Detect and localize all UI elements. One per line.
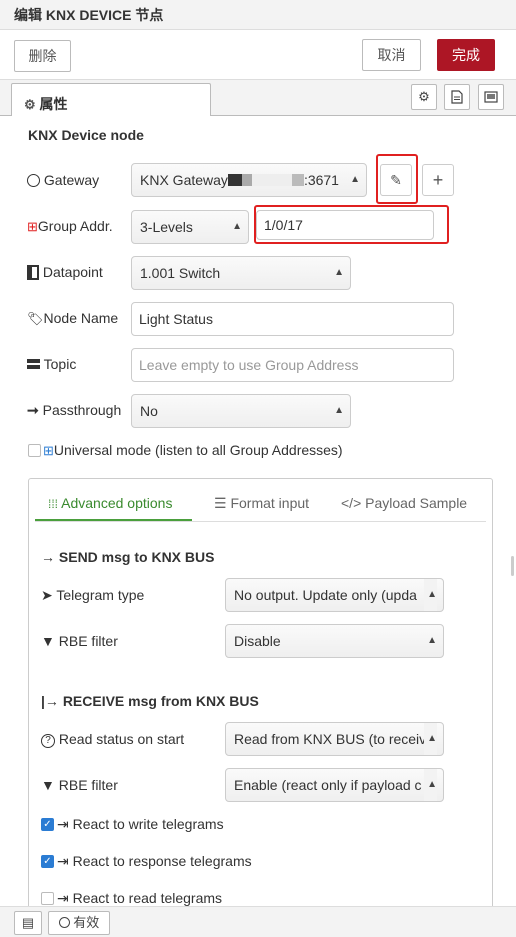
telegram-type-label: ➤ Telegram type bbox=[41, 587, 145, 603]
sign-in-icon: |→ bbox=[41, 693, 59, 709]
add-gateway-plus-icon[interactable]: + bbox=[422, 164, 454, 196]
edit-gateway-pencil-icon[interactable]: ✎ bbox=[380, 164, 412, 196]
telegram-type-select[interactable]: No output. Update only (upda ▲▼ bbox=[225, 578, 444, 612]
editor-tabbar: ⚙ 属性 ⚙ bbox=[0, 80, 516, 117]
enabled-toggle[interactable]: 有效 bbox=[48, 911, 110, 935]
node-name-input[interactable]: Light Status bbox=[131, 302, 454, 336]
datapoint-icon bbox=[27, 265, 39, 280]
editor-title: 编辑 KNX DEVICE 节点 bbox=[14, 7, 164, 23]
appearance-tab-image-icon[interactable] bbox=[478, 84, 504, 110]
done-button[interactable]: 完成 bbox=[437, 39, 495, 71]
delete-button[interactable]: 删除 bbox=[14, 40, 71, 72]
properties-panel: KNX Device node Gateway KNX Gateway:3671… bbox=[0, 116, 516, 906]
tab-advanced-options[interactable]: ⁞⁞⁞ Advanced options bbox=[48, 495, 172, 511]
group-address-icon: ⊞ bbox=[43, 443, 54, 458]
server-icon bbox=[27, 359, 40, 369]
group-addr-label: ⊞Group Addr. bbox=[27, 218, 113, 234]
select-arrows-icon: ▲▼ bbox=[334, 267, 344, 278]
tab-payload-sample[interactable]: </> Payload Sample bbox=[341, 495, 467, 511]
description-tab-document-icon[interactable] bbox=[444, 84, 470, 110]
filter-icon: ▼ bbox=[41, 777, 55, 793]
list-icon: ☰ bbox=[214, 495, 227, 511]
question-circle-icon: ? bbox=[41, 734, 55, 748]
arrow-right-icon: → bbox=[41, 549, 55, 565]
select-arrows-icon: ▲▼ bbox=[424, 769, 437, 801]
circle-icon bbox=[27, 174, 40, 187]
sign-in-icon: ⇥ bbox=[57, 816, 69, 832]
topic-label: Topic bbox=[27, 356, 76, 372]
tab-divider bbox=[35, 521, 486, 522]
rbe-receive-label: ▼ RBE filter bbox=[41, 777, 118, 793]
passthrough-label: ➞ Passthrough bbox=[27, 402, 122, 418]
tab-properties-label: 属性 bbox=[39, 96, 68, 112]
receive-section-title: |→ RECEIVE msg from KNX BUS bbox=[41, 693, 259, 709]
group-addr-levels-select[interactable]: 3-Levels ▲▼ bbox=[131, 210, 249, 244]
read-status-label: ? Read status on start bbox=[41, 731, 184, 748]
tag-icon: 🏷 bbox=[27, 311, 44, 326]
datapoint-label: Datapoint bbox=[27, 264, 103, 280]
advanced-panel: ⁞⁞⁞ Advanced options ☰ Format input </> … bbox=[28, 478, 493, 906]
node-section-title: KNX Device node bbox=[28, 127, 144, 143]
gateway-select[interactable]: KNX Gateway:3671 ▲▼ bbox=[131, 163, 367, 197]
datapoint-select[interactable]: 1.001 Switch ▲▼ bbox=[131, 256, 351, 290]
settings-tab-gear-icon[interactable]: ⚙ bbox=[411, 84, 437, 110]
resize-handle[interactable] bbox=[511, 556, 514, 576]
circle-icon bbox=[58, 917, 70, 928]
topic-input[interactable]: Leave empty to use Group Address bbox=[131, 348, 454, 382]
group-addr-input[interactable]: 1/0/17 bbox=[256, 210, 434, 240]
gateway-label: Gateway bbox=[27, 172, 99, 188]
gear-icon: ⚙ bbox=[24, 97, 36, 112]
arrow-right-icon: ➞ bbox=[27, 402, 39, 418]
code-icon: </> bbox=[341, 495, 362, 511]
sign-in-icon: ⇥ bbox=[57, 890, 69, 906]
sign-in-icon: ⇥ bbox=[57, 853, 69, 869]
select-arrows-icon: ▲▼ bbox=[350, 174, 360, 185]
editor-toolbar: 删除 取消 完成 bbox=[0, 30, 516, 80]
read-status-select[interactable]: Read from KNX BUS (to receiv ▲▼ bbox=[225, 722, 444, 756]
editor-footer: ▤ 有效 bbox=[0, 906, 516, 937]
select-arrows-icon: ▲▼ bbox=[334, 405, 344, 416]
select-arrows-icon: ▲▼ bbox=[232, 221, 242, 232]
node-name-label: 🏷Node Name bbox=[27, 310, 119, 326]
select-arrows-icon: ▲▼ bbox=[427, 635, 437, 646]
react-response-label: ⇥ React to response telegrams bbox=[57, 853, 252, 869]
react-write-label: ⇥ React to write telegrams bbox=[57, 816, 224, 832]
active-tab-underline bbox=[35, 519, 192, 521]
cancel-button[interactable]: 取消 bbox=[362, 39, 421, 71]
rbe-send-label: ▼ RBE filter bbox=[41, 633, 118, 649]
react-read-checkbox[interactable] bbox=[41, 892, 54, 905]
select-arrows-icon: ▲▼ bbox=[424, 723, 437, 755]
react-read-label: ⇥ React to read telegrams bbox=[57, 890, 223, 906]
filter-icon: ▼ bbox=[41, 633, 55, 649]
tab-format-input[interactable]: ☰ Format input bbox=[214, 495, 309, 512]
editor-header: 编辑 KNX DEVICE 节点 bbox=[0, 0, 516, 30]
tab-properties[interactable]: ⚙ 属性 bbox=[11, 83, 211, 117]
rbe-send-select[interactable]: Disable ▲▼ bbox=[225, 624, 444, 658]
node-help-book-icon[interactable]: ▤ bbox=[14, 911, 42, 935]
paper-plane-icon: ➤ bbox=[41, 587, 53, 603]
react-write-checkbox[interactable]: ✓ bbox=[41, 818, 54, 831]
universal-mode-label: ⊞Universal mode (listen to all Group Add… bbox=[43, 442, 343, 458]
select-arrows-icon: ▲▼ bbox=[424, 579, 437, 611]
redacted-address bbox=[227, 174, 304, 186]
universal-mode-checkbox[interactable] bbox=[28, 444, 41, 457]
rbe-receive-select[interactable]: Enable (react only if payload c ▲▼ bbox=[225, 768, 444, 802]
group-address-icon: ⊞ bbox=[27, 219, 38, 234]
react-response-checkbox[interactable]: ✓ bbox=[41, 855, 54, 868]
passthrough-select[interactable]: No ▲▼ bbox=[131, 394, 351, 428]
grid-icon: ⁞⁞⁞ bbox=[48, 497, 59, 511]
send-section-title: → SEND msg to KNX BUS bbox=[41, 549, 215, 565]
